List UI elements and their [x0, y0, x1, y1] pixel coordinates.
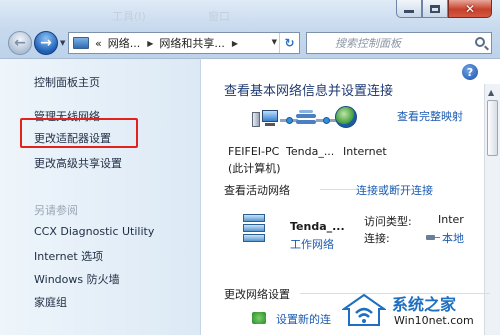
- active-networks-header: 查看活动网络: [224, 184, 290, 197]
- see-also-internet-options[interactable]: Internet 选项: [34, 248, 103, 264]
- search-box[interactable]: 搜索控制面板: [306, 32, 492, 54]
- connect-disconnect-link[interactable]: 连接或断开连接: [356, 182, 433, 198]
- minimize-icon: [404, 10, 414, 13]
- see-also-ccx[interactable]: CCX Diagnostic Utility: [34, 225, 154, 238]
- watermark-name: 系统之家: [392, 295, 457, 314]
- computer-icon: [252, 110, 280, 128]
- back-arrow-icon: ←: [14, 35, 26, 51]
- sidebar-item-advanced-sharing[interactable]: 更改高级共享设置: [34, 155, 122, 171]
- minimize-button[interactable]: [396, 0, 422, 18]
- ghost-title-right: 窗口: [208, 10, 230, 23]
- network-name: Tenda_...: [290, 220, 345, 233]
- map-node-internet[interactable]: Internet: [343, 145, 387, 158]
- change-settings-header: 更改网络设置: [224, 288, 290, 301]
- map-node-network[interactable]: Tenda_...: [286, 145, 334, 158]
- setup-connection-icon: [252, 312, 266, 324]
- watermark: 系统之家 Win10net.com: [336, 289, 496, 333]
- page-title: 查看基本网络信息并设置连接: [224, 84, 394, 99]
- address-dropdown-icon[interactable]: ▼: [272, 38, 277, 46]
- network-type-link[interactable]: 工作网络: [290, 236, 334, 252]
- breadcrumb-overflow[interactable]: «: [95, 37, 102, 50]
- sidebar-item-control-panel-home[interactable]: 控制面板主页: [34, 74, 100, 90]
- map-node-computer-sub: (此计算机): [228, 162, 281, 175]
- close-icon: ✕: [464, 1, 476, 16]
- search-icon[interactable]: [475, 37, 485, 47]
- breadcrumb-network[interactable]: 网络...: [108, 35, 141, 51]
- ethernet-icon: [426, 233, 440, 241]
- scroll-up-icon[interactable]: ▲: [488, 88, 494, 97]
- connection-link[interactable]: 本地: [442, 230, 464, 246]
- control-panel-icon: [73, 37, 89, 49]
- view-full-map-link[interactable]: 查看完整映射: [397, 108, 463, 124]
- refresh-button[interactable]: ↻: [279, 33, 299, 53]
- breadcrumb-sharing-center[interactable]: 网络和共享...: [159, 35, 225, 51]
- connections-label: 连接:: [364, 232, 390, 245]
- map-node-computer[interactable]: FEIFEI-PC: [228, 145, 279, 158]
- search-placeholder: 搜索控制面板: [335, 37, 401, 50]
- history-dropdown-icon[interactable]: ▼: [60, 39, 65, 47]
- breadcrumb-separator-icon[interactable]: ▶: [232, 39, 238, 48]
- maximize-icon: [430, 4, 440, 13]
- watermark-url: Win10net.com: [394, 314, 474, 327]
- help-icon: ?: [466, 65, 474, 79]
- highlight-box: [20, 118, 138, 148]
- refresh-icon: ↻: [284, 36, 295, 50]
- see-also-header: 另请参阅: [34, 204, 78, 217]
- setup-connection-link[interactable]: 设置新的连: [276, 311, 331, 327]
- address-bar[interactable]: « 网络... ▶ 网络和共享... ▶ ▼ ↻: [68, 32, 300, 54]
- divider: [320, 189, 356, 190]
- see-also-homegroup[interactable]: 家庭组: [34, 294, 67, 310]
- access-type-label: 访问类型:: [364, 215, 412, 228]
- network-router-icon: [241, 214, 267, 242]
- forward-arrow-icon: →: [40, 35, 52, 51]
- maximize-button[interactable]: [422, 0, 448, 18]
- access-type-value: Inter: [438, 213, 464, 226]
- connector-dot: [286, 117, 293, 124]
- ghost-title-left: 工具(I): [112, 10, 146, 23]
- connector-dot: [323, 117, 330, 124]
- close-button[interactable]: ✕: [448, 0, 492, 18]
- network-icon: [296, 110, 316, 128]
- forward-button[interactable]: →: [34, 31, 58, 55]
- see-also-firewall[interactable]: Windows 防火墙: [34, 271, 120, 287]
- scroll-thumb[interactable]: [487, 100, 498, 156]
- breadcrumb-separator-icon[interactable]: ▶: [147, 39, 153, 48]
- back-button[interactable]: ←: [8, 31, 32, 55]
- internet-globe-icon: [335, 106, 357, 128]
- sidebar: [0, 58, 200, 335]
- caption-buttons: ✕: [396, 0, 492, 18]
- help-button[interactable]: ?: [462, 64, 478, 80]
- navigation-bar: ← → ▼ « 网络... ▶ 网络和共享... ▶ ▼ ↻ 搜索控制面板: [6, 30, 494, 56]
- house-logo-icon: [342, 293, 386, 326]
